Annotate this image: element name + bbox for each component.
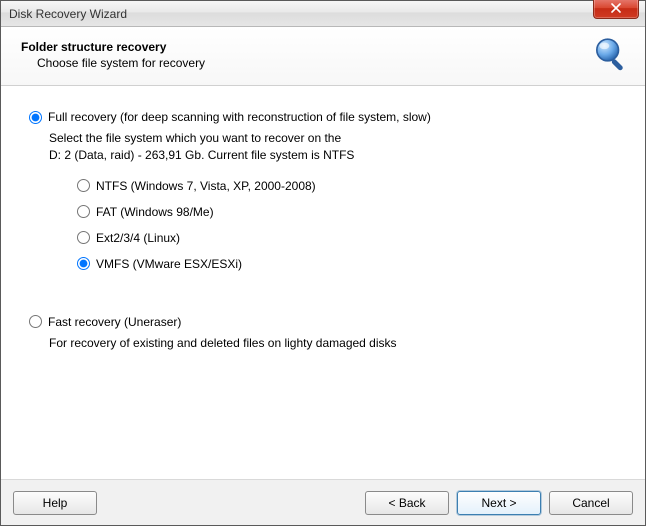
mode-fast-row[interactable]: Fast recovery (Uneraser) <box>29 315 617 329</box>
close-icon <box>611 2 621 16</box>
titlebar: Disk Recovery Wizard <box>1 1 645 27</box>
help-button[interactable]: Help <box>13 491 97 515</box>
magnifier-icon <box>591 35 631 75</box>
mode-full-row[interactable]: Full recovery (for deep scanning with re… <box>29 110 617 124</box>
fs-ext-row[interactable]: Ext2/3/4 (Linux) <box>77 231 617 245</box>
mode-full-desc-line2: D: 2 (Data, raid) - 263,91 Gb. Current f… <box>49 148 354 162</box>
next-button[interactable]: Next > <box>457 491 541 515</box>
header-title: Folder structure recovery <box>21 40 591 54</box>
fs-ntfs-label: NTFS (Windows 7, Vista, XP, 2000-2008) <box>96 179 316 193</box>
fs-ntfs-row[interactable]: NTFS (Windows 7, Vista, XP, 2000-2008) <box>77 179 617 193</box>
fs-ext-label: Ext2/3/4 (Linux) <box>96 231 180 245</box>
mode-fast-label: Fast recovery (Uneraser) <box>48 315 181 329</box>
fs-fat-row[interactable]: FAT (Windows 98/Me) <box>77 205 617 219</box>
window-title: Disk Recovery Wizard <box>9 7 641 21</box>
fs-ntfs-radio[interactable] <box>77 179 90 192</box>
fs-ext-radio[interactable] <box>77 231 90 244</box>
wizard-window: Disk Recovery Wizard Folder structure re… <box>0 0 646 526</box>
wizard-header: Folder structure recovery Choose file sy… <box>1 27 645 86</box>
mode-full-desc-line1: Select the file system which you want to… <box>49 131 341 145</box>
mode-fast-radio[interactable] <box>29 315 42 328</box>
header-subtitle: Choose file system for recovery <box>37 56 591 70</box>
mode-full-desc: Select the file system which you want to… <box>49 130 617 165</box>
mode-full-label: Full recovery (for deep scanning with re… <box>48 110 431 124</box>
fs-vmfs-row[interactable]: VMFS (VMware ESX/ESXi) <box>77 257 617 271</box>
mode-full-radio[interactable] <box>29 111 42 124</box>
filesystem-options: NTFS (Windows 7, Vista, XP, 2000-2008) F… <box>77 179 617 271</box>
cancel-button[interactable]: Cancel <box>549 491 633 515</box>
header-text: Folder structure recovery Choose file sy… <box>21 40 591 70</box>
wizard-footer: Help < Back Next > Cancel <box>1 479 645 525</box>
fs-fat-radio[interactable] <box>77 205 90 218</box>
wizard-body: Full recovery (for deep scanning with re… <box>1 86 645 479</box>
close-button[interactable] <box>593 0 639 19</box>
fs-vmfs-label: VMFS (VMware ESX/ESXi) <box>96 257 242 271</box>
back-button[interactable]: < Back <box>365 491 449 515</box>
fs-vmfs-radio[interactable] <box>77 257 90 270</box>
fs-fat-label: FAT (Windows 98/Me) <box>96 205 214 219</box>
mode-fast-desc: For recovery of existing and deleted fil… <box>49 335 617 352</box>
